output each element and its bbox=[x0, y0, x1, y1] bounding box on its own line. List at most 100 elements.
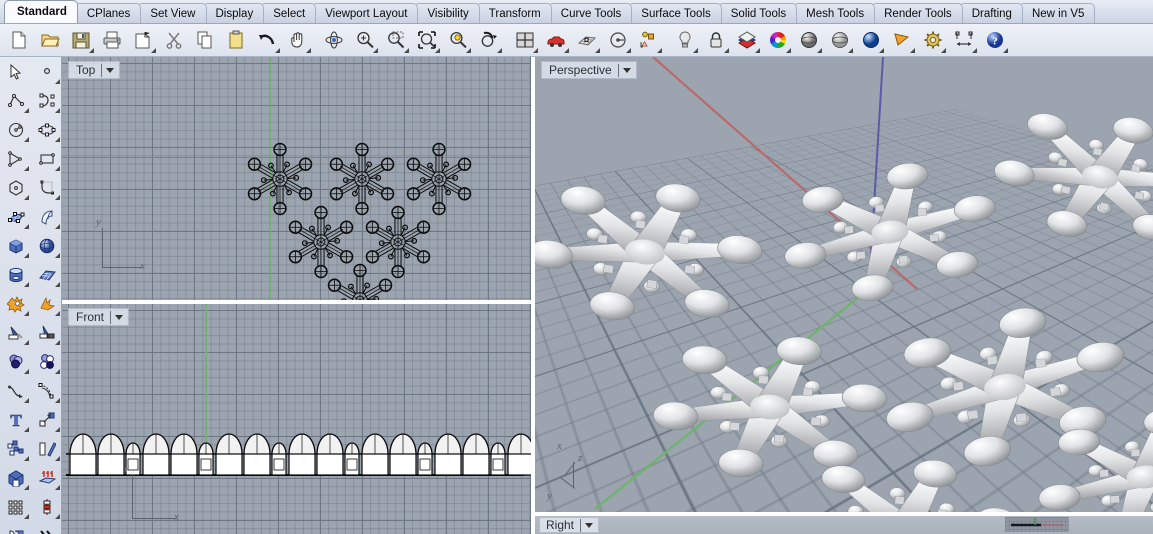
tab-display[interactable]: Display bbox=[202, 3, 265, 23]
flyout-corner-icon[interactable] bbox=[1003, 47, 1008, 53]
flyout-corner-icon[interactable] bbox=[564, 47, 569, 53]
flyout-corner-icon[interactable] bbox=[24, 166, 29, 171]
analyze-dir-icon[interactable] bbox=[602, 26, 633, 55]
surface-patch-icon[interactable] bbox=[0, 202, 31, 231]
viewport-divider-bottom[interactable] bbox=[535, 512, 1153, 516]
chevron-down-icon[interactable] bbox=[585, 522, 594, 528]
flyout-corner-icon[interactable] bbox=[55, 369, 60, 374]
ghosted-sphere-icon[interactable] bbox=[824, 26, 855, 55]
shaded-sphere-icon[interactable] bbox=[793, 26, 824, 55]
split-icon[interactable] bbox=[31, 318, 62, 347]
flyout-corner-icon[interactable] bbox=[24, 224, 29, 229]
paste-clipboard-icon[interactable] bbox=[220, 26, 251, 55]
flyout-corner-icon[interactable] bbox=[55, 340, 60, 345]
color-wheel-icon[interactable] bbox=[762, 26, 793, 55]
polyline-icon[interactable] bbox=[0, 86, 31, 115]
snowflake-object-3d[interactable] bbox=[649, 327, 890, 487]
layers-icon[interactable] bbox=[731, 26, 762, 55]
undo-arrow-icon[interactable] bbox=[251, 26, 282, 55]
rendered-sphere-icon[interactable] bbox=[855, 26, 886, 55]
circle-icon[interactable] bbox=[0, 115, 31, 144]
snowflake-object[interactable] bbox=[365, 205, 431, 279]
flyout-corner-icon[interactable] bbox=[910, 47, 915, 53]
flyout-corner-icon[interactable] bbox=[848, 47, 853, 53]
zoom-extents-icon[interactable] bbox=[411, 26, 442, 55]
car-render-icon[interactable] bbox=[540, 26, 571, 55]
flyout-corner-icon[interactable] bbox=[24, 427, 29, 432]
flyout-corner-icon[interactable] bbox=[435, 47, 440, 53]
flyout-corner-icon[interactable] bbox=[55, 514, 60, 519]
four-viewports-icon[interactable] bbox=[509, 26, 540, 55]
explode-icon[interactable] bbox=[0, 289, 31, 318]
snowflake-object-3d[interactable] bbox=[984, 92, 1153, 263]
sphere-solid-icon[interactable] bbox=[31, 231, 62, 260]
array-icon[interactable] bbox=[0, 434, 31, 463]
flyout-corner-icon[interactable] bbox=[24, 282, 29, 287]
viewport-top[interactable]: y x Top bbox=[62, 57, 531, 300]
viewport-right[interactable]: Right bbox=[535, 516, 1153, 534]
blend-curve-icon[interactable] bbox=[0, 376, 31, 405]
flyout-corner-icon[interactable] bbox=[497, 47, 502, 53]
cap-solid-icon[interactable] bbox=[0, 463, 31, 492]
flyout-corner-icon[interactable] bbox=[89, 47, 94, 53]
flyout-corner-icon[interactable] bbox=[24, 514, 29, 519]
flyout-corner-icon[interactable] bbox=[55, 108, 60, 113]
flyout-corner-icon[interactable] bbox=[595, 47, 600, 53]
flyout-corner-icon[interactable] bbox=[55, 311, 60, 316]
offset-curve-icon[interactable] bbox=[31, 376, 62, 405]
viewport-title-right[interactable]: Right bbox=[539, 517, 600, 533]
save-icon[interactable] bbox=[65, 26, 96, 55]
osnap-points-icon[interactable] bbox=[633, 26, 664, 55]
more-chevron-icon[interactable] bbox=[31, 521, 62, 534]
flyout-corner-icon[interactable] bbox=[879, 47, 884, 53]
ellipse-icon[interactable] bbox=[31, 115, 62, 144]
tab-set-view[interactable]: Set View bbox=[137, 3, 207, 23]
flyout-corner-icon[interactable] bbox=[693, 47, 698, 53]
snowflake-object[interactable] bbox=[288, 205, 354, 279]
help-icon[interactable]: ? bbox=[979, 26, 1010, 55]
open-folder-icon[interactable] bbox=[34, 26, 65, 55]
copy-icon[interactable] bbox=[189, 26, 220, 55]
flyout-corner-icon[interactable] bbox=[466, 47, 471, 53]
tab-curve-tools[interactable]: Curve Tools bbox=[547, 3, 633, 23]
rectangle-icon[interactable] bbox=[31, 144, 62, 173]
flyout-corner-icon[interactable] bbox=[24, 485, 29, 490]
viewport-divider-vertical[interactable] bbox=[531, 57, 535, 534]
viewport-perspective[interactable]: x y z Perspective bbox=[535, 57, 1153, 512]
flyout-corner-icon[interactable] bbox=[24, 398, 29, 403]
tab-viewport-layout[interactable]: Viewport Layout bbox=[312, 3, 419, 23]
new-file-icon[interactable] bbox=[3, 26, 34, 55]
lock-icon[interactable] bbox=[700, 26, 731, 55]
snowflake-object[interactable] bbox=[406, 142, 472, 216]
flyout-corner-icon[interactable] bbox=[55, 456, 60, 461]
flyout-corner-icon[interactable] bbox=[55, 427, 60, 432]
zoom-window-icon[interactable] bbox=[380, 26, 411, 55]
text-tool-icon[interactable]: T bbox=[0, 405, 31, 434]
boolean-union-icon[interactable] bbox=[0, 347, 31, 376]
tab-solid-tools[interactable]: Solid Tools bbox=[717, 3, 798, 23]
tab-standard[interactable]: Standard bbox=[4, 0, 78, 23]
flyout-corner-icon[interactable] bbox=[55, 398, 60, 403]
viewport-divider-horizontal[interactable] bbox=[62, 300, 531, 304]
tab-select[interactable]: Select bbox=[260, 3, 317, 23]
undo-view-icon[interactable] bbox=[473, 26, 504, 55]
tab-cplanes[interactable]: CPlanes bbox=[73, 3, 142, 23]
flyout-corner-icon[interactable] bbox=[55, 282, 60, 287]
cylinder-icon[interactable] bbox=[0, 260, 31, 289]
flyout-corner-icon[interactable] bbox=[55, 79, 60, 84]
chevron-down-icon[interactable] bbox=[115, 314, 124, 320]
flyout-corner-icon[interactable] bbox=[533, 47, 538, 53]
flyout-corner-icon[interactable] bbox=[275, 47, 280, 53]
mirror-icon[interactable] bbox=[31, 434, 62, 463]
trim-icon[interactable] bbox=[0, 318, 31, 347]
loft-surface-icon[interactable] bbox=[31, 202, 62, 231]
chevron-down-icon[interactable] bbox=[622, 67, 631, 73]
perspective-view-objects[interactable] bbox=[535, 57, 1153, 512]
flyout-corner-icon[interactable] bbox=[24, 340, 29, 345]
flyout-corner-icon[interactable] bbox=[151, 47, 156, 53]
point-icon[interactable] bbox=[31, 57, 62, 86]
flyout-corner-icon[interactable] bbox=[24, 253, 29, 258]
flyout-corner-icon[interactable] bbox=[55, 253, 60, 258]
flyout-corner-icon[interactable] bbox=[755, 47, 760, 53]
viewport-title-front[interactable]: Front bbox=[68, 308, 130, 326]
